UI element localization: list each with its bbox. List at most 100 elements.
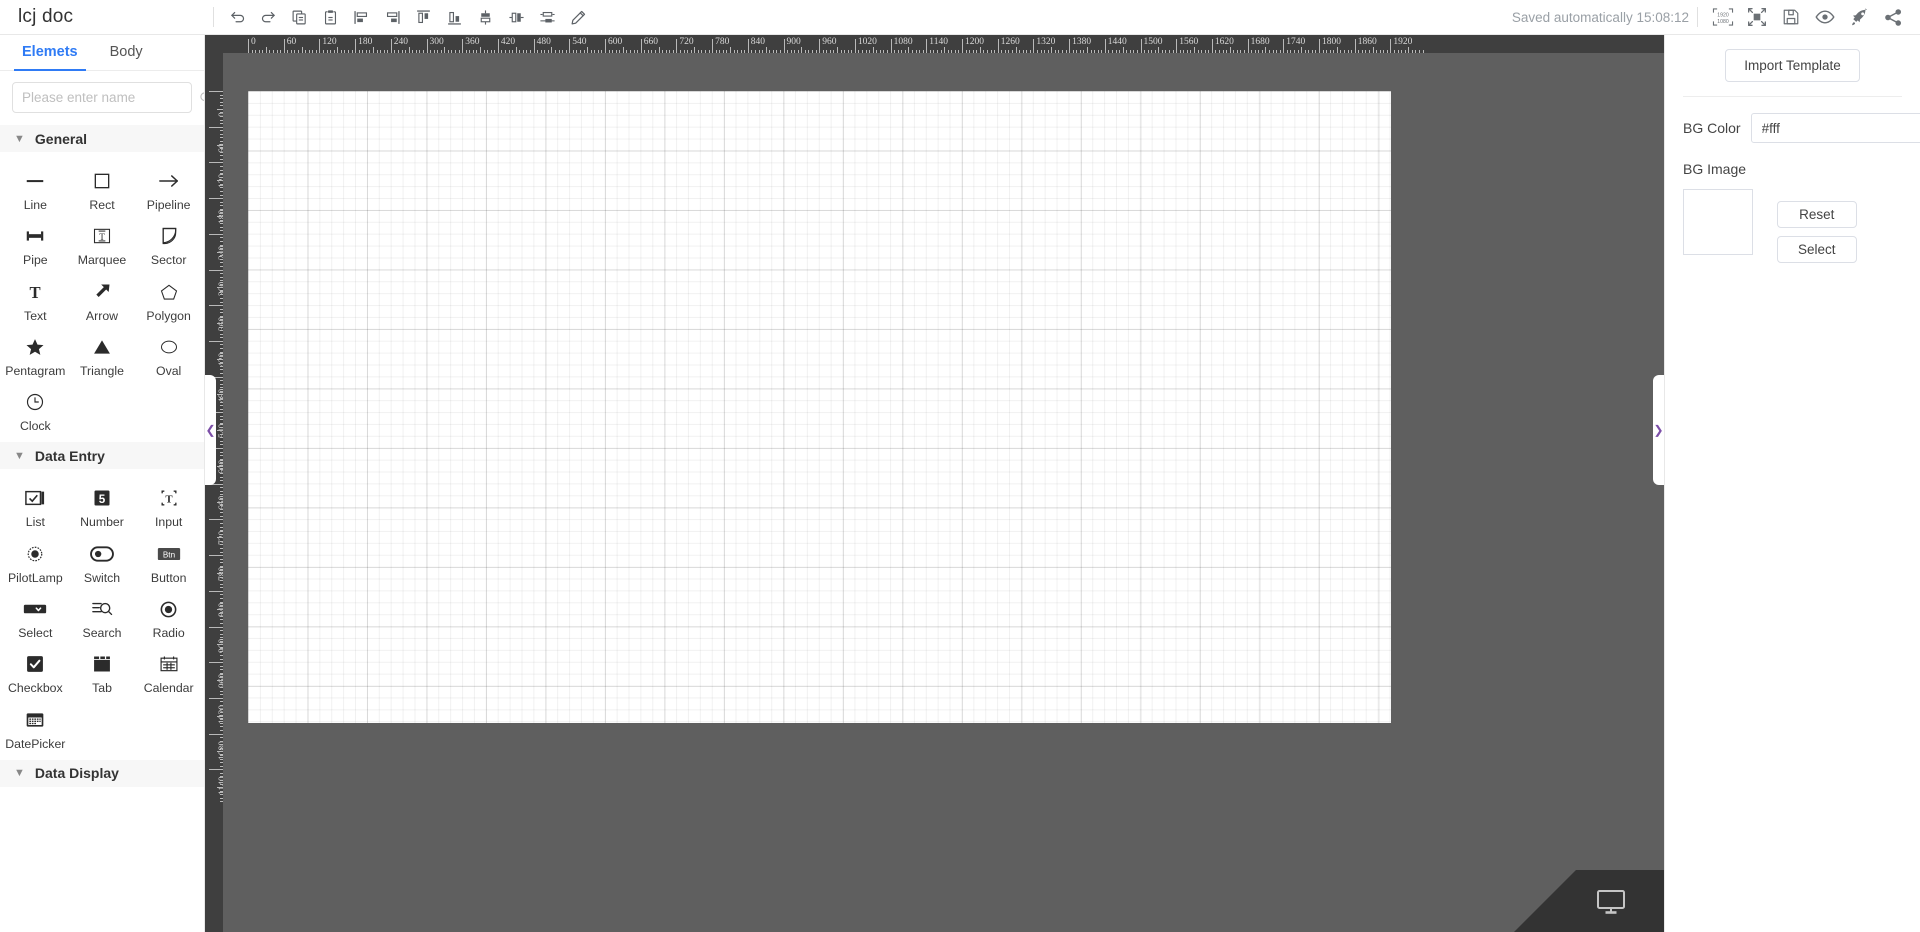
- ruler-tick-minor: [219, 665, 223, 667]
- palette-item-list[interactable]: List: [2, 481, 69, 530]
- palette-item-search[interactable]: Search: [69, 592, 136, 641]
- star-icon: [25, 336, 45, 358]
- palette-item-button[interactable]: Btn Button: [135, 537, 202, 586]
- ruler-tick-minor: [269, 49, 271, 53]
- distribute-horizontal-icon[interactable]: [501, 2, 532, 32]
- ruler-tick-major: [209, 198, 223, 200]
- palette-item-marquee[interactable]: T Marquee: [69, 219, 136, 268]
- ruler-tick-minor: [219, 490, 223, 492]
- palette-item-label: Switch: [83, 570, 121, 585]
- palette-item-text[interactable]: T Text: [2, 275, 69, 324]
- ruler-tick-minor: [219, 194, 223, 196]
- import-template-button[interactable]: Import Template: [1725, 49, 1860, 82]
- search-input[interactable]: [22, 90, 199, 105]
- ruler-tick-minor: [1401, 49, 1403, 53]
- ruler-tick-minor: [219, 337, 223, 339]
- palette-item-switch[interactable]: Switch: [69, 537, 136, 586]
- radio-icon: [159, 598, 178, 620]
- ruler-tick-minor: [387, 49, 389, 53]
- palette-item-pipe[interactable]: Pipe: [2, 219, 69, 268]
- palette-item-oval[interactable]: Oval: [135, 330, 202, 379]
- ruler-tick-minor: [779, 49, 781, 53]
- ruler-tick-minor: [272, 49, 274, 53]
- group-header-general[interactable]: ▼ General: [0, 125, 204, 152]
- ruler-tick-minor: [219, 647, 223, 649]
- align-right-icon[interactable]: [377, 2, 408, 32]
- ruler-tick-minor: [419, 49, 421, 53]
- align-center-icon[interactable]: [532, 2, 563, 32]
- palette-item-pipeline[interactable]: Pipeline: [135, 164, 202, 213]
- ruler-tick-minor: [629, 49, 631, 53]
- pen-icon[interactable]: [563, 2, 594, 32]
- ruler-tick-minor: [219, 605, 223, 607]
- palette-item-polygon[interactable]: Polygon: [135, 275, 202, 324]
- group-title: General: [34, 130, 88, 147]
- palette-item-clock[interactable]: Clock: [2, 385, 69, 434]
- palette-item-select[interactable]: Select: [2, 592, 69, 641]
- monitor-icon[interactable]: [1596, 889, 1626, 920]
- share-icon[interactable]: [1876, 2, 1910, 32]
- palette-item-sector[interactable]: Sector: [135, 219, 202, 268]
- palette-item-input[interactable]: T Input: [135, 481, 202, 530]
- tab-body[interactable]: Body: [94, 35, 159, 71]
- resolution-icon[interactable]: 1920 1080: [1706, 2, 1740, 32]
- collapse-left-panel-button[interactable]: ❮: [205, 375, 216, 485]
- fit-screen-icon[interactable]: [1740, 2, 1774, 32]
- copy-icon[interactable]: [284, 2, 315, 32]
- ruler-tick-minor: [1415, 49, 1417, 53]
- search-box[interactable]: [12, 82, 204, 113]
- ruler-tick-minor: [626, 49, 628, 53]
- palette-item-datepicker[interactable]: DatePicker: [2, 703, 69, 752]
- bg-image-preview[interactable]: [1683, 189, 1753, 255]
- design-canvas-page[interactable]: [248, 91, 1391, 723]
- svg-text:5: 5: [99, 493, 106, 506]
- vertical-ruler[interactable]: 0601201802403003604204805406006607207808…: [205, 53, 223, 932]
- preview-icon[interactable]: [1808, 2, 1842, 32]
- palette-item-arrow[interactable]: Arrow: [69, 275, 136, 324]
- redo-icon[interactable]: [253, 2, 284, 32]
- group-header-data-display[interactable]: ▼ Data Display: [0, 759, 204, 787]
- group-header-data-entry[interactable]: ▼ Data Entry: [0, 442, 204, 470]
- palette-item-calendar[interactable]: Calendar: [135, 647, 202, 696]
- palette-item-radio[interactable]: Radio: [135, 592, 202, 641]
- tab-elements[interactable]: Elemets: [6, 35, 94, 71]
- undo-icon[interactable]: [222, 2, 253, 32]
- publish-icon[interactable]: [1842, 2, 1876, 32]
- select-button[interactable]: Select: [1777, 236, 1857, 263]
- ruler-tick-minor: [219, 508, 223, 510]
- canvas-area[interactable]: 0 60 120 180 240 300 360 420 480 540 600 660 720 780 8…: [205, 35, 1664, 932]
- collapse-right-panel-button[interactable]: ❯: [1653, 375, 1664, 485]
- palette-item-triangle[interactable]: Triangle: [69, 330, 136, 379]
- ruler-tick-minor: [1383, 49, 1385, 53]
- palette-item-tab[interactable]: Tab: [69, 647, 136, 696]
- palette-item-line[interactable]: Line: [2, 164, 69, 213]
- palette-item-pentagram[interactable]: Pentagram: [2, 330, 69, 379]
- align-top-icon[interactable]: [408, 2, 439, 32]
- ruler-label: 1260: [1000, 37, 1020, 47]
- palette-item-pilotlamp[interactable]: PilotLamp: [2, 537, 69, 586]
- align-bottom-icon[interactable]: [439, 2, 470, 32]
- ruler-tick-minor: [219, 151, 223, 153]
- bg-color-input[interactable]: [1750, 113, 1920, 143]
- palette-item-rect[interactable]: Rect: [69, 164, 136, 213]
- ruler-tick-minor: [344, 49, 346, 53]
- ruler-tick-minor: [1229, 47, 1231, 53]
- ruler-tick-minor: [219, 419, 223, 421]
- palette-item-number[interactable]: 5 Number: [69, 481, 136, 530]
- ruler-tick-minor: [580, 49, 581, 53]
- save-icon[interactable]: [1774, 2, 1808, 32]
- ruler-tick-minor: [219, 383, 223, 385]
- reset-button[interactable]: Reset: [1777, 201, 1857, 228]
- distribute-vertical-icon[interactable]: [470, 2, 501, 32]
- ruler-tick-minor: [1301, 47, 1303, 53]
- ruler-tick-minor: [883, 49, 885, 53]
- ruler-tick-minor: [217, 787, 223, 789]
- horizontal-ruler[interactable]: 0 60 120 180 240 300 360 420 480 540 600 660 720 780 8…: [223, 35, 1664, 53]
- ruler-tick-minor: [865, 49, 867, 53]
- element-palette[interactable]: ▼ General Line Rect Pipeline Pipe T Marq…: [0, 121, 204, 932]
- paste-icon[interactable]: [315, 2, 346, 32]
- ruler-tick-minor: [658, 47, 660, 53]
- align-left-icon[interactable]: [346, 2, 377, 32]
- ruler-tick-minor: [219, 612, 223, 614]
- palette-item-checkbox[interactable]: Checkbox: [2, 647, 69, 696]
